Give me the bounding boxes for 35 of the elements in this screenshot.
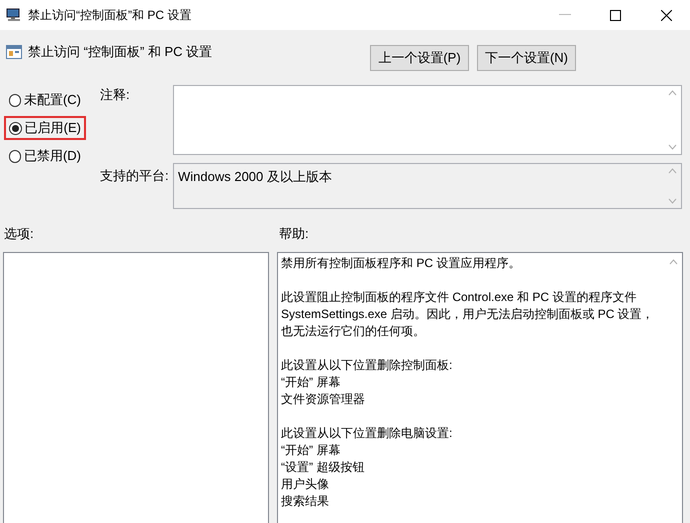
scroll-up-icon[interactable] (669, 259, 678, 265)
help-text-line: 此设置阻止控制面板的程序文件 Control.exe 和 PC 设置的程序文件 (281, 289, 636, 306)
help-text-line: 此设置从以下位置删除控制面板: (281, 357, 452, 374)
help-text-line: “开始” 屏幕 (281, 442, 340, 459)
maximize-icon[interactable] (610, 10, 621, 20)
radio-option[interactable]: 已禁用(D) (4, 144, 86, 168)
policy-icon (6, 44, 22, 60)
radio-option[interactable]: 已启用(E) (4, 116, 86, 140)
scroll-down-icon[interactable] (668, 198, 677, 204)
window-title: 禁止访问“控制面板”和 PC 设置 (28, 7, 192, 24)
nav-button[interactable]: 上一个设置(P) (370, 45, 469, 71)
help-text-line: “开始” 屏幕 (281, 374, 340, 391)
scroll-up-icon[interactable] (668, 168, 677, 174)
platform-value: Windows 2000 及以上版本 (177, 168, 333, 186)
help-text-line: 文件资源管理器 (281, 391, 365, 408)
help-text-line: “设置” 超级按钮 (281, 459, 364, 476)
platform-label: 支持的平台: (99, 167, 170, 185)
scroll-up-icon[interactable] (668, 90, 677, 96)
help-text-line: 禁用所有控制面板程序和 PC 设置应用程序。 (281, 255, 520, 272)
minimize-icon[interactable] (559, 14, 571, 16)
help-text-line: 用户头像 (281, 476, 329, 493)
options-label: 选项: (3, 225, 35, 243)
policy-title: 禁止访问 “控制面板” 和 PC 设置 (28, 43, 212, 61)
help-text-line: 此设置从以下位置删除电脑设置: (281, 425, 452, 442)
help-text-line: SystemSettings.exe 启动。因此，用户无法启动控制面板或 PC 设置， (281, 306, 654, 323)
radio-option[interactable]: 未配置(C) (4, 88, 86, 112)
scroll-down-icon[interactable] (668, 144, 677, 150)
comment-label: 注释: (99, 86, 131, 104)
help-text-line: 搜索结果 (281, 493, 329, 510)
monitor-icon (6, 8, 22, 22)
nav-button[interactable]: 下一个设置(N) (477, 45, 576, 71)
close-icon[interactable] (661, 10, 672, 20)
comment-field[interactable] (173, 85, 682, 155)
help-label: 帮助: (279, 225, 309, 243)
help-text-line: 也无法运行它们的任何项。 (281, 323, 425, 340)
